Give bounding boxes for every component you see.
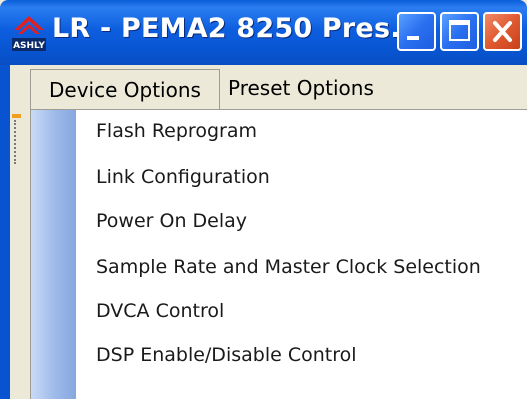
menuitem-link-configuration[interactable]: Link Configuration (96, 156, 270, 198)
minimize-icon (407, 36, 419, 40)
device-options-dropdown: Flash Reprogram Link Configuration Power… (30, 109, 527, 399)
menuitem-power-on-delay[interactable]: Power On Delay (96, 200, 247, 242)
maximize-icon (449, 20, 470, 41)
menuitem-dsp-enable-disable[interactable]: DSP Enable/Disable Control (96, 334, 357, 376)
close-button[interactable] (483, 12, 522, 51)
menuitem-sample-rate[interactable]: Sample Rate and Master Clock Selection (96, 246, 481, 288)
svg-text:ASHLY: ASHLY (13, 41, 45, 51)
background-tree-line (14, 120, 21, 164)
ashly-logo-icon: ASHLY (12, 12, 46, 52)
title-bar[interactable]: ASHLY LR - PEMA2 8250 Pres... (0, 0, 527, 65)
close-icon (493, 21, 512, 42)
maximize-button[interactable] (440, 12, 479, 51)
menu-bar: Device Options Preset Options (10, 65, 527, 111)
menuitem-flash-reprogram[interactable]: Flash Reprogram (96, 110, 257, 152)
background-marker (12, 114, 21, 118)
window-frame-left (0, 65, 10, 399)
window-title: LR - PEMA2 8250 Pres... (52, 13, 422, 44)
menuitem-dvca-control[interactable]: DVCA Control (96, 290, 224, 332)
menu-device-options[interactable]: Device Options (30, 69, 220, 110)
dropdown-icon-strip (31, 110, 76, 399)
minimize-button[interactable] (397, 12, 436, 51)
menu-preset-options[interactable]: Preset Options (228, 65, 374, 111)
